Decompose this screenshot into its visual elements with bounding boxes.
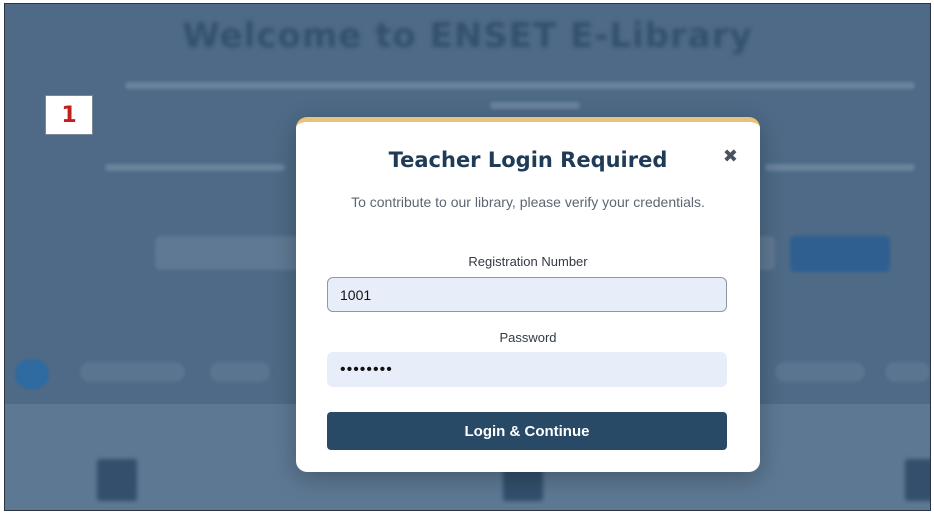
background-text-line [125,82,915,89]
background-category-pill [210,362,270,382]
background-category-pill [775,362,865,382]
page-title: Welcome to ENSET E-Library [182,16,753,56]
registration-number-input[interactable] [327,277,727,312]
background-text-line [765,164,915,171]
registration-number-label: Registration Number [468,254,588,269]
background-document-icon [97,459,137,501]
background-document-icon [905,459,930,501]
password-input[interactable] [327,352,727,387]
background-text-line [105,164,285,171]
background-category-active [15,359,49,389]
background-category-pill [885,362,930,382]
background-search-button [790,236,890,272]
background-text-line [490,102,580,109]
password-label: Password [499,330,557,345]
modal-title: Teacher Login Required [388,148,668,172]
modal-subtitle: To contribute to our library, please ver… [351,194,705,210]
teacher-login-modal: ✖ Teacher Login Required To contribute t… [296,117,760,472]
login-continue-button[interactable]: Login & Continue [327,412,727,450]
step-number-badge: 1 [45,95,93,135]
background-category-pill [80,362,185,382]
